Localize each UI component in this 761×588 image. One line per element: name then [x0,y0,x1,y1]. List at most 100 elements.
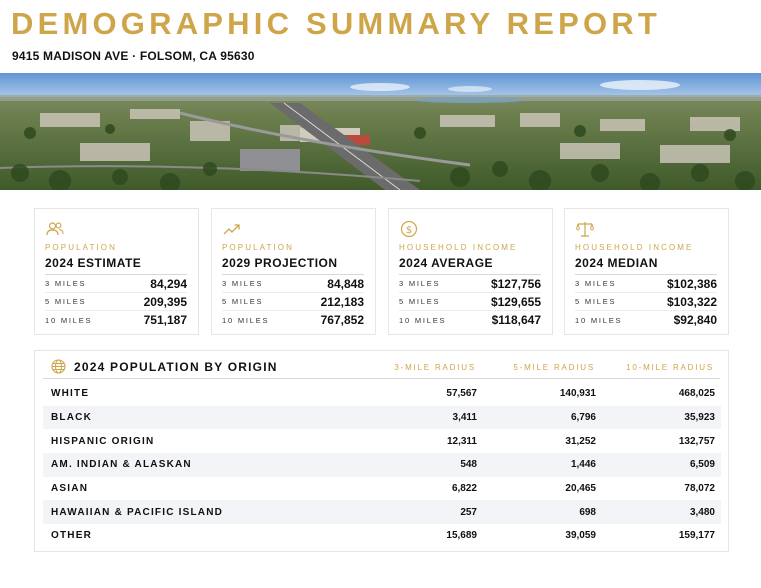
row-label: AM. INDIAN & ALASKAN [43,453,343,477]
row-label: BLACK [43,405,343,430]
row-label: 10 MILES [575,315,623,325]
row-value: 84,848 [327,276,364,291]
row-value: $129,655 [490,294,541,309]
cell-5-mile: 698 [477,500,596,525]
cell-10-mile: 132,757 [678,435,715,447]
row-pad [715,500,721,525]
card-category: HOUSEHOLD INCOME [399,243,518,252]
row-value: 751,187 [143,313,187,327]
row-pad [715,382,721,406]
row-value: $118,647 [491,313,541,327]
cell-10-mile: 78,072 [684,483,715,495]
row-value: $127,756 [490,276,541,291]
card-household-income-median: HOUSEHOLD INCOME 2024 MEDIAN 3 MILES $102… [564,208,729,335]
cell-10-mile: 35,923 [596,405,715,430]
card-row: 10 MILES 767,852 [222,311,364,329]
row-label: 10 MILES [399,315,447,325]
column-header-3-mile: 3-MILE RADIUS [394,363,476,372]
row-pad [715,524,721,548]
row-label: 5 MILES [45,297,87,306]
row-label: 5 MILES [575,297,617,306]
row-pad [715,405,721,430]
cell-5-mile: 31,252 [565,435,596,447]
card-category: POPULATION [45,243,117,252]
globe-icon [51,359,66,374]
cell-5-mile: 140,931 [559,388,596,400]
row-value: 209,395 [143,294,187,309]
row-value: $92,840 [673,313,717,327]
row-pad [715,477,721,501]
cell-5-mile: 39,059 [565,530,596,542]
card-rows: 3 MILES 84,848 5 MILES 212,183 10 MILES 767… [222,274,364,329]
row-label: ASIAN [51,483,89,495]
row-value: 212,183 [320,294,364,309]
cell-5-mile: 6,796 [477,405,596,430]
row-value: $103,322 [666,294,717,309]
report-title: DEMOGRAPHIC SUMMARY REPORT [11,6,662,41]
card-household-income-average: $ HOUSEHOLD INCOME 2024 AVERAGE 3 MILES $… [388,208,553,335]
cell-3-mile: 57,567 [446,388,477,400]
card-population-2029-projection: POPULATION 2029 PROJECTION 3 MILES 84,848… [211,208,376,335]
cell-3-mile: 6,822 [451,483,477,495]
table-row: AM. INDIAN & ALASKAN 548 1,446 6,509 [43,453,721,477]
panel-title: 2024 POPULATION BY ORIGIN [74,360,278,374]
row-value: $102,386 [666,276,717,291]
aerial-photo-banner [0,73,761,190]
card-title: 2024 MEDIAN [575,256,658,270]
property-address: 9415 MADISON AVE · FOLSOM, CA 95630 [12,49,255,63]
row-label: HAWAIIAN & PACIFIC ISLAND [43,500,343,525]
table-row: OTHER 15,689 39,059 159,177 [43,524,721,548]
row-value: 84,294 [150,276,187,291]
row-label: 3 MILES [222,279,264,288]
cell-10-mile: 3,480 [596,500,715,525]
card-row: 10 MILES 751,187 [45,311,187,329]
row-pad [715,453,721,477]
cell-5-mile: 1,446 [477,453,596,477]
row-label: 5 MILES [399,297,441,306]
table-row: WHITE 57,567 140,931 468,025 [43,382,721,406]
row-label: 3 MILES [45,279,87,288]
table-row: HISPANIC ORIGIN 12,311 31,252 132,757 [43,429,721,453]
card-row: 3 MILES $102,386 [575,275,717,293]
people-icon [46,222,64,236]
card-row: 3 MILES $127,756 [399,275,541,293]
row-value: 767,852 [320,313,364,327]
table-row: ASIAN 6,822 20,465 78,072 [43,477,721,501]
cell-10-mile: 159,177 [678,530,715,542]
card-row: 3 MILES 84,294 [45,275,187,293]
row-label: 3 MILES [575,279,617,288]
cell-3-mile: 3,411 [343,405,477,430]
panel-header: 2024 POPULATION BY ORIGIN 3-MILE RADIUS … [35,351,728,378]
card-row: 5 MILES 212,183 [222,293,364,311]
card-row: 3 MILES 84,848 [222,275,364,293]
card-row: 5 MILES $129,655 [399,293,541,311]
card-rows: 3 MILES 84,294 5 MILES 209,395 10 MILES 751… [45,274,187,329]
row-label: HISPANIC ORIGIN [51,435,155,447]
card-rows: 3 MILES $102,386 5 MILES $103,322 10 MILES… [575,274,717,329]
card-category: HOUSEHOLD INCOME [575,243,694,252]
card-row: 10 MILES $92,840 [575,311,717,329]
cell-5-mile: 20,465 [565,483,596,495]
row-label: 5 MILES [222,297,264,306]
card-row: 5 MILES $103,322 [575,293,717,311]
column-header-5-mile: 5-MILE RADIUS [513,363,595,372]
card-row: 10 MILES $118,647 [399,311,541,329]
card-category: POPULATION [222,243,294,252]
card-title: 2024 AVERAGE [399,256,494,270]
origin-table: WHITE 57,567 140,931 468,025 BLACK 3,411… [43,382,721,548]
table-row: HAWAIIAN & PACIFIC ISLAND 257 698 3,480 [43,500,721,525]
svg-text:$: $ [406,225,412,236]
cell-3-mile: 12,311 [446,435,477,447]
scale-icon [576,222,594,237]
cell-10-mile: 468,025 [678,388,715,400]
aerial-photo [0,73,761,190]
cell-3-mile: 257 [343,500,477,525]
column-header-10-mile: 10-MILE RADIUS [626,363,714,372]
table-row: BLACK 3,411 6,796 35,923 [43,405,721,430]
card-rows: 3 MILES $127,756 5 MILES $129,655 10 MILES… [399,274,541,329]
dollar-icon: $ [400,220,418,238]
trend-up-icon [223,224,240,235]
row-label: 10 MILES [45,315,93,325]
card-population-2024-estimate: POPULATION 2024 ESTIMATE 3 MILES 84,294 5… [34,208,199,335]
card-title: 2024 ESTIMATE [45,256,142,270]
